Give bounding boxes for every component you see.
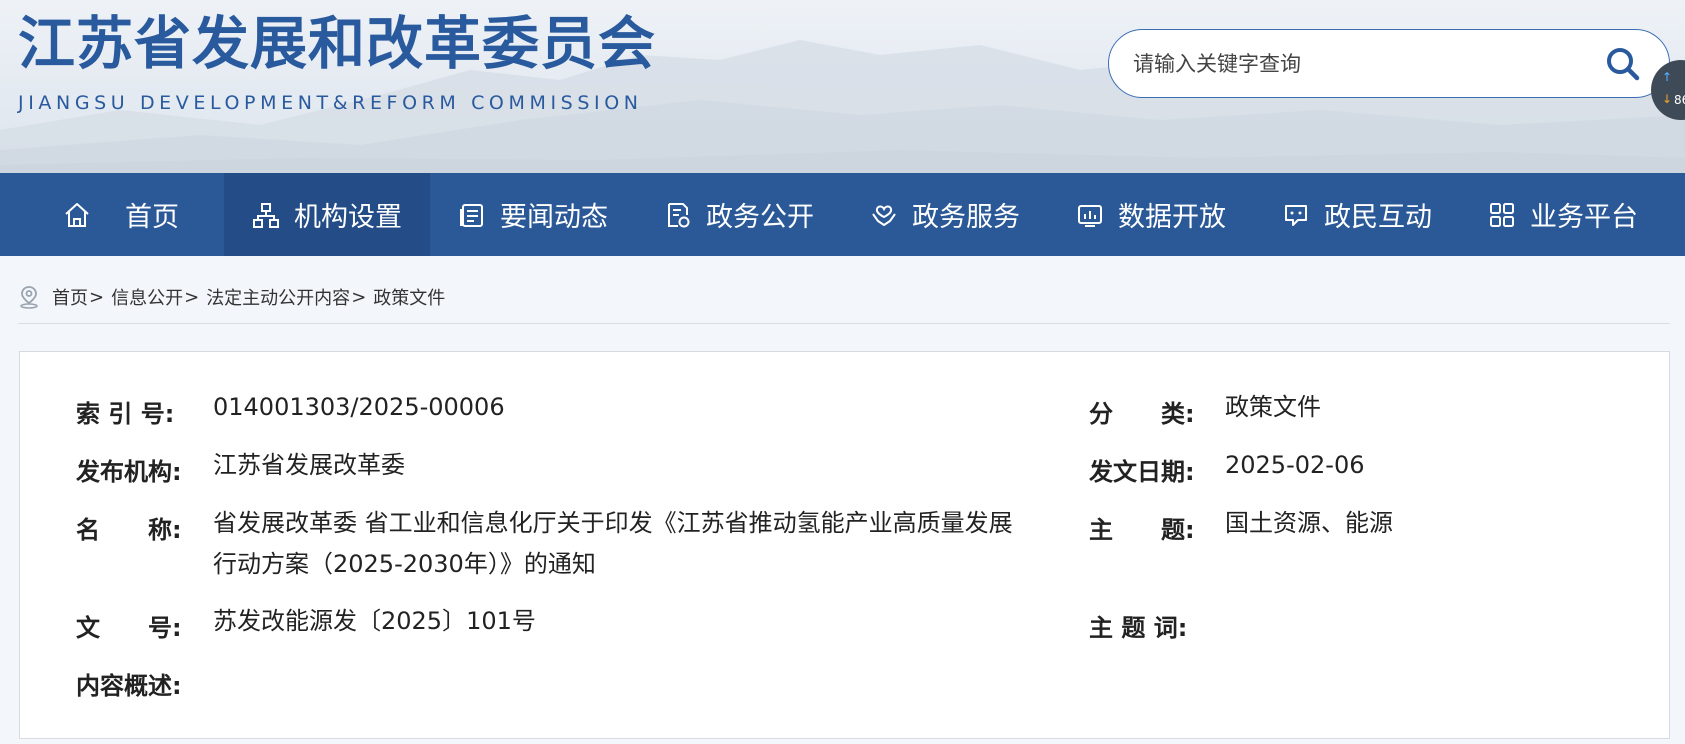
service-hands-icon — [872, 205, 896, 226]
index-number-label: 索 引 号: — [76, 400, 175, 428]
nav-item-platform[interactable]: 业务平台 — [1460, 173, 1666, 256]
topic-value: 国土资源、能源 — [1225, 509, 1393, 537]
site-title[interactable]: 江苏省发展和改革委员会 — [18, 8, 656, 80]
nav-label: 首页 — [125, 202, 179, 233]
nav-item-news[interactable]: 要闻动态 — [430, 173, 636, 256]
site-subtitle: JIANGSU DEVELOPMENT&REFORM COMMISSION — [18, 92, 643, 114]
document-icon — [668, 202, 690, 227]
nav-label: 政民互动 — [1324, 202, 1432, 233]
arrow-up-icon: ↑ — [1662, 70, 1673, 84]
title-label: 名 称: — [76, 516, 182, 544]
summary-label: 内容概述: — [76, 672, 182, 700]
news-icon — [460, 203, 483, 227]
breadcrumb-separator: > — [184, 286, 200, 308]
widget-value: 86 — [1674, 93, 1685, 107]
nav-item-interaction[interactable]: 政民互动 — [1254, 173, 1460, 256]
title-value-line-2: 行动方案（2025-2030年）》的通知 — [213, 550, 596, 578]
category-label: 分 类: — [1089, 400, 1195, 428]
chat-icon — [1285, 204, 1307, 226]
breadcrumb-divider — [18, 323, 1670, 324]
data-chart-icon — [1078, 204, 1102, 227]
nav-label: 要闻动态 — [500, 202, 608, 233]
site-header: 江苏省发展和改革委员会 JIANGSU DEVELOPMENT&REFORM C… — [0, 0, 1685, 173]
nav-label: 机构设置 — [294, 202, 402, 233]
nav-item-home[interactable]: 首页 — [18, 173, 224, 256]
issue-date-value: 2025-02-06 — [1225, 451, 1365, 479]
keywords-label: 主 题 词: — [1089, 614, 1188, 642]
nav-label: 政务服务 — [912, 202, 1020, 233]
nav-label: 数据开放 — [1118, 202, 1226, 233]
nav-label: 政务公开 — [706, 202, 814, 233]
breadcrumb-separator: > — [89, 286, 105, 308]
breadcrumb-separator: > — [351, 286, 367, 308]
breadcrumb-statutory[interactable]: 法定主动公开内容 — [206, 284, 350, 310]
org-chart-icon — [253, 202, 279, 228]
nav-item-data[interactable]: 数据开放 — [1048, 173, 1254, 256]
doc-number-value: 苏发改能源发〔2025〕101号 — [213, 607, 536, 635]
home-icon — [65, 202, 89, 227]
doc-number-label: 文 号: — [76, 614, 182, 642]
breadcrumb-info-open[interactable]: 信息公开 — [111, 284, 183, 310]
location-pin-icon — [20, 286, 38, 309]
breadcrumb-policy-docs[interactable]: 政策文件 — [373, 284, 445, 310]
breadcrumb-home[interactable]: 首页 — [52, 284, 88, 310]
nav-label: 业务平台 — [1530, 202, 1638, 233]
arrow-down-icon: ↓ — [1662, 92, 1673, 106]
title-value: 省发展改革委 省工业和信息化厅关于印发《江苏省推动氢能产业高质量发展 行动方案（… — [213, 503, 1073, 585]
index-number-value: 014001303/2025-00006 — [213, 393, 505, 421]
topic-label: 主 题: — [1089, 516, 1195, 544]
search-box — [1108, 29, 1670, 98]
publisher-label: 发布机构: — [76, 458, 182, 486]
document-info-card: 索 引 号: 014001303/2025-00006 分 类: 政策文件 发布… — [19, 351, 1670, 739]
nav-item-gov-open[interactable]: 政务公开 — [636, 173, 842, 256]
nav-item-org[interactable]: 机构设置 — [224, 173, 430, 256]
title-value-line-1: 省发展改革委 省工业和信息化厅关于印发《江苏省推动氢能产业高质量发展 — [213, 509, 1013, 537]
breadcrumb: 首页 > 信息公开 > 法定主动公开内容 > 政策文件 — [18, 282, 445, 312]
category-value: 政策文件 — [1225, 393, 1321, 421]
nav-item-gov-service[interactable]: 政务服务 — [842, 173, 1048, 256]
main-nav: 首页 机构设置 要闻动态 政务公开 政务服务 数据开放 政民互动 业务平台 — [0, 173, 1685, 256]
search-icon[interactable] — [1603, 44, 1643, 84]
issue-date-label: 发文日期: — [1089, 458, 1195, 486]
search-input[interactable] — [1133, 48, 1563, 80]
publisher-value: 江苏省发展改革委 — [213, 451, 405, 479]
grid-apps-icon — [1490, 202, 1514, 227]
